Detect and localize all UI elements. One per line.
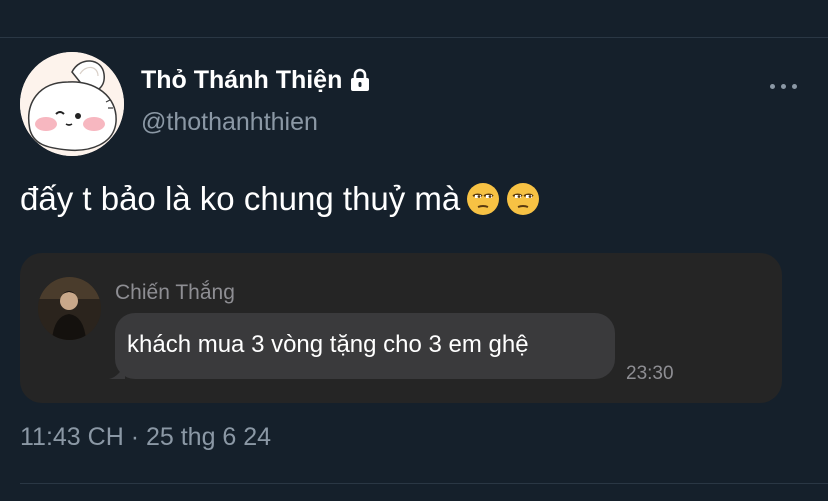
top-divider bbox=[0, 37, 828, 38]
more-horizontal-icon[interactable] bbox=[770, 76, 797, 96]
unamused-face-emoji-icon bbox=[466, 182, 500, 216]
author-handle[interactable]: @thothanhthien bbox=[141, 108, 318, 137]
author-avatar[interactable] bbox=[20, 52, 124, 156]
tweet-text-row: đấy t bảo là ko chung thuỷ mà bbox=[20, 180, 540, 218]
message-text: khách mua 3 vòng tặng cho 3 em ghệ bbox=[127, 331, 529, 358]
unamused-face-emoji-icon bbox=[506, 182, 540, 216]
bottom-divider bbox=[20, 483, 828, 484]
message-time: 23:30 bbox=[626, 363, 674, 384]
sender-name: Chiến Thắng bbox=[115, 281, 235, 304]
quoted-message-card[interactable]: Chiến Thắng khách mua 3 vòng tặng cho 3 … bbox=[20, 253, 782, 403]
tweet-timestamp[interactable]: 11:43 CH · 25 thg 6 24 bbox=[20, 423, 271, 452]
bunny-avatar-image bbox=[20, 52, 124, 156]
author-name-row: Thỏ Thánh Thiện bbox=[141, 62, 373, 98]
sender-avatar bbox=[38, 277, 101, 340]
lock-icon bbox=[347, 67, 373, 93]
person-photo-icon bbox=[38, 277, 101, 340]
tweet-text: đấy t bảo là ko chung thuỷ mà bbox=[20, 180, 461, 217]
display-name[interactable]: Thỏ Thánh Thiện bbox=[141, 66, 342, 95]
